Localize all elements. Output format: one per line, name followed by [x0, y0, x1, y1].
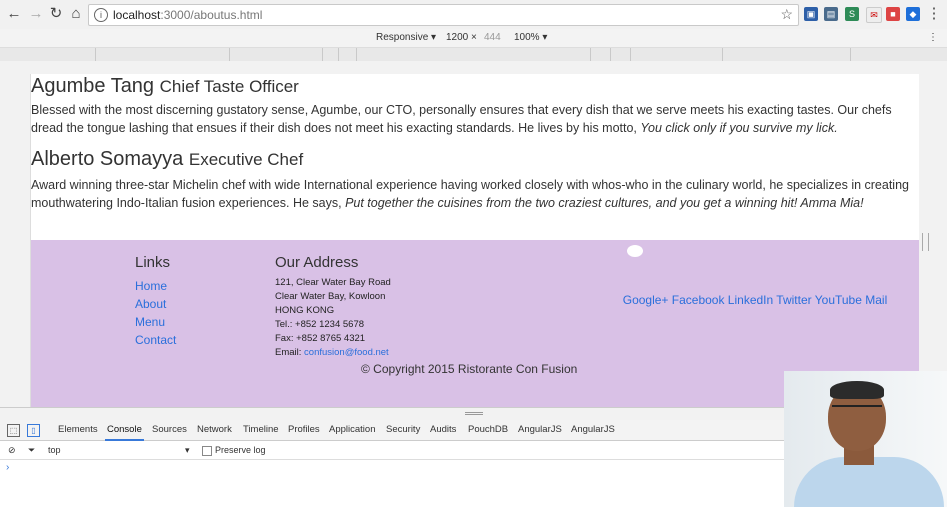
leader-quote: You click only if you survive my lick.	[640, 121, 838, 135]
mail-extension-icon[interactable]: ✉	[866, 7, 882, 23]
tab-audits[interactable]: Audits	[430, 424, 456, 435]
leader-role: Chief Taste Officer	[159, 77, 299, 96]
extension-icon[interactable]: S	[845, 7, 859, 21]
telephone-line: Tel.: +852 1234 5678	[275, 319, 365, 330]
media-query-bar[interactable]	[0, 47, 947, 62]
tab-application[interactable]: Application	[329, 424, 375, 435]
preserve-log-checkbox[interactable]	[202, 446, 212, 456]
zoom-label: 100%	[514, 32, 540, 43]
tab-angularjs[interactable]: AngularJS	[518, 424, 562, 435]
fax-line: Fax: +852 8765 4321	[275, 333, 366, 344]
tab-console[interactable]: Console	[105, 424, 144, 441]
device-toggle-icon[interactable]: ▯	[27, 424, 40, 437]
email-line: Email: confusion@food.net	[275, 346, 389, 360]
extension-icon[interactable]: ■	[886, 7, 900, 21]
chevron-down-icon[interactable]: ▾	[185, 445, 190, 456]
presenter-glasses	[832, 405, 882, 419]
email-label: Email:	[275, 347, 305, 358]
mouse-cursor	[627, 245, 643, 257]
forward-icon[interactable]: →	[26, 4, 46, 24]
viewport-resize-handle[interactable]	[922, 233, 929, 251]
leader-name: Alberto Somayya	[31, 148, 184, 170]
viewport-width-input[interactable]: 1200	[446, 32, 468, 43]
footer-link-home[interactable]: Home	[135, 278, 167, 294]
address-line: 121, Clear Water Bay Road	[275, 277, 391, 288]
leader-bio: Award winning three-star Michelin chef w…	[31, 176, 911, 212]
tab-network[interactable]: Network	[197, 424, 232, 435]
menu-kebab-icon[interactable]: ⋮	[924, 4, 944, 24]
address-line: Clear Water Bay, Kowloon	[275, 291, 386, 302]
tab-profiles[interactable]: Profiles	[288, 424, 320, 435]
leader-name: Agumbe Tang	[31, 75, 155, 97]
address-heading: Our Address	[275, 254, 359, 271]
email-link[interactable]: confusion@food.net	[304, 347, 389, 358]
leader-heading: Alberto Somayya Executive Chef	[31, 147, 303, 172]
back-icon[interactable]: ←	[4, 4, 24, 24]
copyright-text: © Copyright 2015 Ristorante Con Fusion	[361, 362, 578, 376]
device-toolbar: Responsive ▾ 1200 × 444 100% ▾ ⋮	[0, 29, 947, 47]
reload-icon[interactable]: ↻	[46, 4, 66, 24]
clear-console-icon[interactable]: ⊘	[8, 445, 16, 456]
zoom-select[interactable]: 100% ▾	[514, 32, 547, 43]
url-host: localhost	[113, 8, 161, 22]
leader-role: Executive Chef	[188, 150, 304, 169]
dimension-separator: ×	[471, 32, 477, 43]
url-text[interactable]: localhost:3000/aboutus.html	[113, 7, 262, 23]
footer-link-menu[interactable]: Menu	[135, 314, 165, 330]
address-bar[interactable]: i localhost:3000/aboutus.html ☆	[88, 4, 799, 26]
inspect-element-icon[interactable]: ⬚	[7, 424, 20, 437]
preserve-log-label: Preserve log	[215, 445, 266, 455]
bookmark-star-icon[interactable]: ☆	[780, 6, 793, 23]
leader-heading: Agumbe Tang Chief Taste Officer	[31, 74, 299, 99]
leader-quote: Put together the cuisines from the two c…	[345, 196, 864, 210]
social-links[interactable]: Google+ Facebook LinkedIn Twitter YouTub…	[621, 291, 889, 309]
leader-bio: Blessed with the most discerning gustato…	[31, 101, 911, 137]
links-heading: Links	[135, 254, 171, 271]
url-path: :3000/aboutus.html	[160, 8, 263, 22]
browser-toolbar: ← → ↻ ⌂ i localhost:3000/aboutus.html ☆ …	[0, 0, 947, 30]
viewport-height-input[interactable]: 444	[484, 32, 501, 43]
console-prompt[interactable]: ›	[6, 462, 9, 473]
home-icon[interactable]: ⌂	[66, 4, 86, 24]
extension-icon[interactable]: ◆	[906, 7, 920, 21]
extension-icon[interactable]: ▤	[824, 7, 838, 21]
context-select[interactable]: top	[48, 445, 61, 455]
page-container: Agumbe Tang Chief Taste Officer Blessed …	[30, 74, 919, 407]
webcam-overlay	[784, 371, 947, 507]
page-viewport: Agumbe Tang Chief Taste Officer Blessed …	[0, 61, 947, 407]
device-mode-select[interactable]: Responsive ▾	[376, 32, 436, 43]
tab-security[interactable]: Security	[386, 424, 420, 435]
site-info-icon[interactable]: i	[94, 8, 108, 22]
extension-icon[interactable]: ▣	[804, 7, 818, 21]
address-line: HONG KONG	[275, 305, 335, 316]
device-options-icon[interactable]: ⋮	[928, 32, 938, 43]
footer-link-contact[interactable]: Contact	[135, 332, 176, 348]
filter-icon[interactable]: ⏷	[28, 445, 35, 456]
device-mode-label: Responsive	[376, 32, 429, 43]
tab-sources[interactable]: Sources	[152, 424, 187, 435]
footer-link-about[interactable]: About	[135, 296, 166, 312]
tab-angularjs-2[interactable]: AngularJS	[571, 424, 615, 435]
tab-pouchdb[interactable]: PouchDB	[468, 424, 508, 435]
tab-elements[interactable]: Elements	[58, 424, 98, 435]
tab-timeline[interactable]: Timeline	[243, 424, 279, 435]
